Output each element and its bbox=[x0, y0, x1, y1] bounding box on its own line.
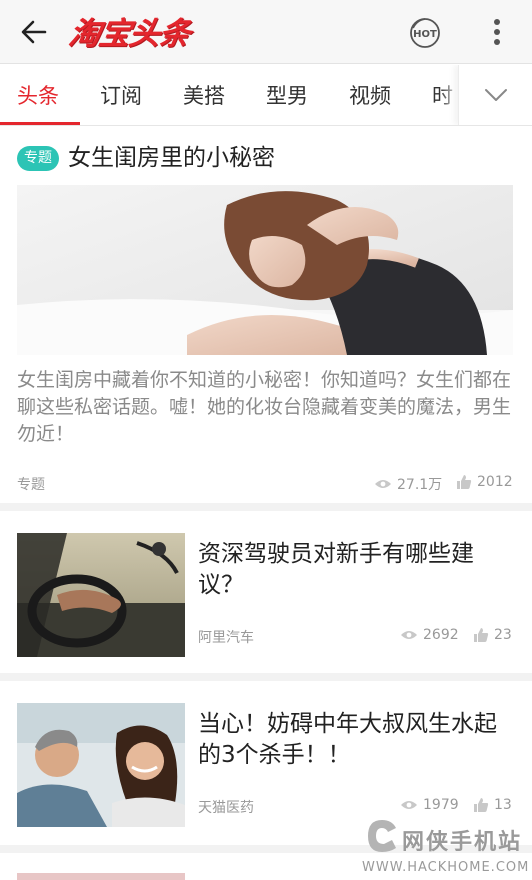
article-likes: 23 bbox=[473, 627, 512, 643]
eye-icon bbox=[375, 480, 391, 488]
more-menu-button[interactable] bbox=[480, 12, 514, 52]
thumbs-up-icon bbox=[457, 475, 472, 489]
watermark-text: 网侠手机站 bbox=[402, 830, 523, 855]
article-title[interactable]: 资深驾驶员对新手有哪些建议？ bbox=[198, 539, 513, 601]
views-count: 2692 bbox=[423, 627, 459, 643]
likes-count: 13 bbox=[494, 797, 512, 813]
tab-headlines[interactable]: 头条 bbox=[17, 65, 59, 125]
app-bar: 淘宝头条 HOT bbox=[0, 0, 532, 64]
tabs-fade bbox=[440, 65, 460, 125]
watermark-logo-icon bbox=[368, 820, 396, 852]
watermark-url: WWW.HACKHOME.COM bbox=[362, 860, 530, 875]
article-source: 阿里汽车 bbox=[198, 630, 254, 646]
likes-count: 23 bbox=[494, 627, 512, 643]
thumbs-up-icon bbox=[474, 628, 489, 642]
article-title[interactable]: 当心！妨碍中年大叔风生水起的3个杀手！！ bbox=[198, 709, 513, 771]
feature-title[interactable]: 女生闺房里的小秘密 bbox=[68, 141, 275, 175]
eye-icon bbox=[401, 631, 417, 639]
views-count: 1979 bbox=[423, 797, 459, 813]
article-views: 1979 bbox=[400, 797, 459, 813]
thumbs-up-icon bbox=[474, 798, 489, 812]
svg-text:HOT: HOT bbox=[413, 29, 437, 40]
topic-badge: 专题 bbox=[17, 146, 59, 171]
more-vertical-icon bbox=[494, 19, 500, 45]
back-button[interactable] bbox=[14, 12, 54, 52]
feature-views: 27.1万 bbox=[374, 474, 442, 494]
feature-likes: 2012 bbox=[456, 474, 513, 490]
hot-button[interactable]: HOT bbox=[405, 13, 445, 53]
article-likes: 13 bbox=[473, 797, 512, 813]
feature-image[interactable] bbox=[17, 185, 513, 355]
article-thumbnail[interactable] bbox=[17, 533, 185, 657]
tab-outfits[interactable]: 美搭 bbox=[183, 65, 225, 125]
tab-subscribe[interactable]: 订阅 bbox=[100, 65, 142, 125]
category-tabs: 头条 订阅 美搭 型男 视频 时 bbox=[0, 65, 532, 126]
app-logo: 淘宝头条 bbox=[66, 15, 193, 52]
back-arrow-icon bbox=[21, 20, 47, 44]
article-thumbnail[interactable] bbox=[17, 703, 185, 827]
hot-icon: HOT bbox=[410, 18, 440, 48]
eye-icon bbox=[401, 801, 417, 809]
views-count: 27.1万 bbox=[397, 477, 443, 493]
likes-count: 2012 bbox=[477, 474, 513, 490]
tab-mens-style[interactable]: 型男 bbox=[266, 65, 308, 125]
feature-description: 女生闺房中藏着你不知道的小秘密！你知道吗？女生们都在聊这些私密话题。嘘！她的化妆… bbox=[17, 369, 512, 445]
feature-card[interactable]: 专题 女生闺房里的小秘密 女生闺房中藏着你不知道的小秘密！你知道吗？女生们都在聊… bbox=[0, 127, 532, 511]
expand-tabs-button[interactable] bbox=[458, 65, 532, 125]
site-watermark: 网侠手机站 WWW.HACKHOME.COM bbox=[360, 814, 530, 880]
list-item[interactable]: 资深驾驶员对新手有哪些建议？ 阿里汽车 2692 23 bbox=[0, 511, 532, 681]
chevron-down-icon bbox=[484, 89, 507, 101]
active-tab-indicator bbox=[0, 122, 80, 125]
feature-source: 专题 bbox=[17, 477, 45, 493]
article-thumbnail[interactable] bbox=[17, 873, 185, 880]
tab-video[interactable]: 视频 bbox=[349, 65, 391, 125]
article-source: 天猫医药 bbox=[198, 800, 254, 816]
article-views: 2692 bbox=[400, 627, 459, 643]
